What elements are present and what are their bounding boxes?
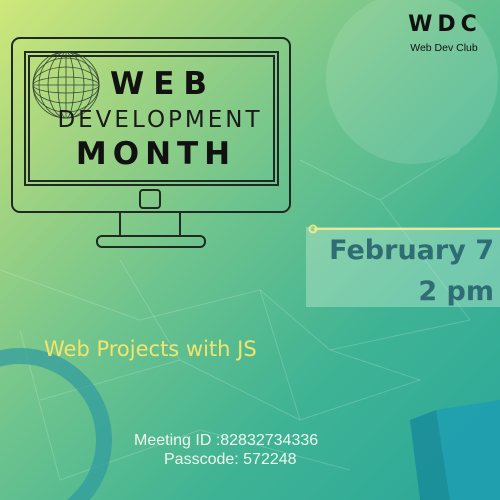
poster: WDC Web Dev Club WEB DEVELOPMENT MONTH F… [0, 0, 500, 500]
meeting-passcode: Passcode: 572248 [164, 451, 297, 468]
headline-line-2: DEVELOPMENT [57, 107, 263, 133]
club-logo-text: WDC [408, 12, 482, 37]
event-time: 2 pm [418, 276, 494, 307]
headline-line-1: WEB [110, 66, 216, 102]
event-title: Web Projects with JS [44, 337, 257, 361]
club-subtitle: Web Dev Club [410, 42, 478, 54]
event-date: February 7 [329, 235, 494, 266]
meeting-id: Meeting ID :82832734336 [134, 432, 319, 449]
headline-line-3: MONTH [75, 136, 237, 172]
